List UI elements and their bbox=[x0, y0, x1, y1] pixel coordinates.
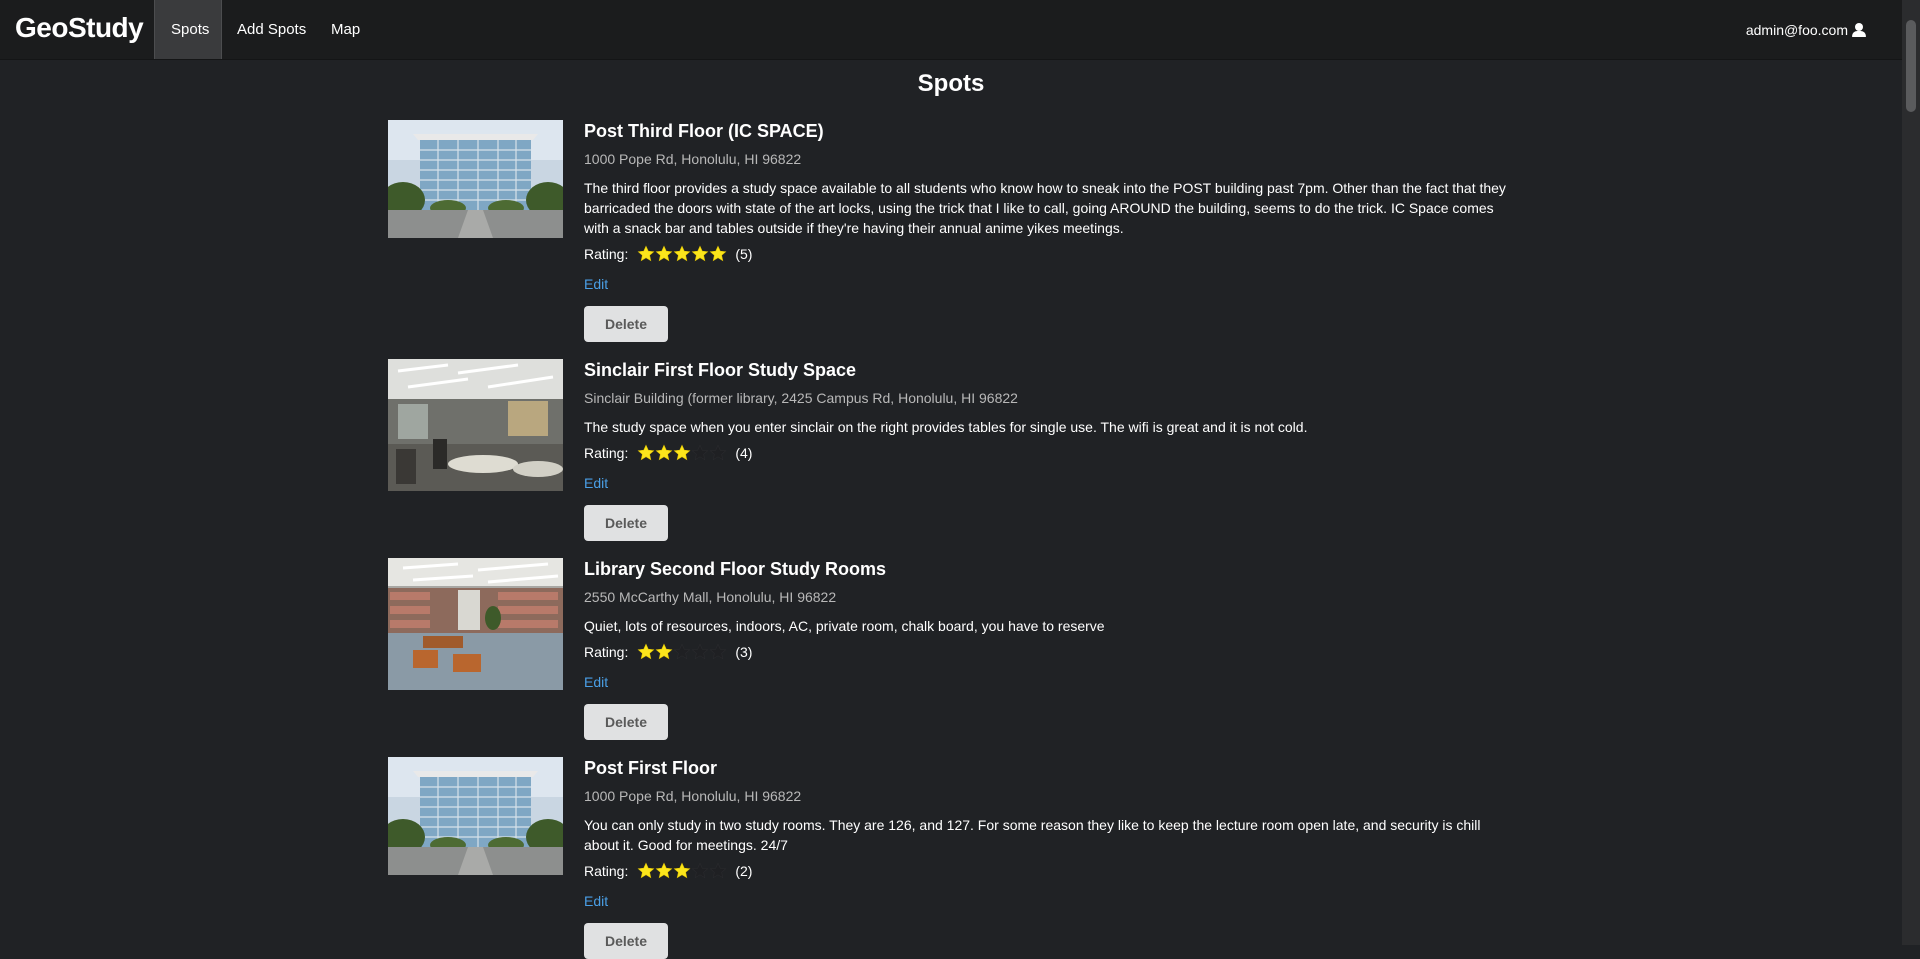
star-empty-icon[interactable] bbox=[709, 643, 727, 661]
star-empty-icon[interactable] bbox=[673, 643, 691, 661]
rating-label: Rating: bbox=[584, 644, 629, 660]
rating-row: Rating: (4) bbox=[584, 443, 1514, 463]
star-rating[interactable] bbox=[637, 643, 727, 661]
rating-count: (5) bbox=[735, 246, 753, 262]
star-empty-icon[interactable] bbox=[691, 444, 709, 462]
user-email: admin@foo.com bbox=[1745, 21, 1848, 38]
star-filled-icon[interactable] bbox=[655, 862, 673, 880]
spot-description: Quiet, lots of resources, indoors, AC, p… bbox=[584, 618, 1105, 634]
star-rating[interactable] bbox=[637, 862, 727, 880]
star-filled-icon[interactable] bbox=[673, 862, 691, 880]
star-filled-icon[interactable] bbox=[637, 643, 655, 661]
rating-row: Rating: (2) bbox=[584, 861, 1514, 881]
nav-add-spots[interactable]: Add Spots bbox=[221, 0, 322, 59]
spot-title: Sinclair First Floor Study Space bbox=[584, 360, 857, 380]
edit-link[interactable]: Edit bbox=[584, 673, 608, 691]
star-empty-icon[interactable] bbox=[709, 862, 727, 880]
rating-row: Rating: (3) bbox=[584, 642, 1514, 662]
star-filled-icon[interactable] bbox=[655, 245, 673, 263]
edit-link[interactable]: Edit bbox=[584, 275, 608, 293]
spot-description: You can only study in two study rooms. T… bbox=[584, 817, 1481, 853]
spot-address: 1000 Pope Rd, Honolulu, HI 96822 bbox=[584, 788, 802, 804]
rating-count: (2) bbox=[735, 863, 753, 879]
nav-map[interactable]: Map bbox=[315, 0, 376, 59]
star-filled-icon[interactable] bbox=[637, 245, 655, 263]
spot-description: The study space when you enter sinclair … bbox=[584, 419, 1308, 435]
star-filled-icon[interactable] bbox=[709, 245, 727, 263]
star-empty-icon[interactable] bbox=[691, 862, 709, 880]
spot-title: Library Second Floor Study Rooms bbox=[584, 559, 887, 579]
spot-image-study-hall bbox=[388, 359, 563, 491]
page-scrollbar[interactable] bbox=[1902, 0, 1920, 945]
star-empty-icon[interactable] bbox=[709, 444, 727, 462]
star-empty-icon[interactable] bbox=[691, 643, 709, 661]
rating-row: Rating: (5) bbox=[584, 244, 1514, 264]
spot-title: Post Third Floor (IC SPACE) bbox=[584, 121, 824, 141]
page-title: Spots bbox=[917, 70, 985, 97]
user-menu[interactable]: admin@foo.com bbox=[1746, 0, 1866, 59]
scrollbar-thumb[interactable] bbox=[1906, 20, 1916, 112]
star-filled-icon[interactable] bbox=[655, 643, 673, 661]
delete-button[interactable]: Delete bbox=[584, 923, 668, 959]
spot-image-building bbox=[388, 120, 563, 238]
star-rating[interactable] bbox=[637, 444, 727, 462]
rating-label: Rating: bbox=[584, 445, 629, 461]
star-rating[interactable] bbox=[637, 245, 727, 263]
nav-spots[interactable]: Spots bbox=[154, 0, 222, 59]
star-filled-icon[interactable] bbox=[673, 444, 691, 462]
edit-link[interactable]: Edit bbox=[584, 892, 608, 910]
star-filled-icon[interactable] bbox=[637, 444, 655, 462]
spot-address: 1000 Pope Rd, Honolulu, HI 96822 bbox=[584, 151, 802, 167]
star-filled-icon[interactable] bbox=[637, 862, 655, 880]
edit-link[interactable]: Edit bbox=[584, 474, 608, 492]
user-icon bbox=[1852, 22, 1866, 37]
spot-address: Sinclair Building (former library, 2425 … bbox=[584, 390, 1018, 406]
rating-label: Rating: bbox=[584, 246, 629, 262]
spot-address: 2550 McCarthy Mall, Honolulu, HI 96822 bbox=[584, 589, 837, 605]
rating-count: (3) bbox=[735, 644, 753, 660]
spot-description: The third floor provides a study space a… bbox=[584, 180, 1506, 236]
delete-button[interactable]: Delete bbox=[584, 505, 668, 541]
rating-count: (4) bbox=[735, 445, 753, 461]
star-filled-icon[interactable] bbox=[655, 444, 673, 462]
star-filled-icon[interactable] bbox=[691, 245, 709, 263]
spot-title: Post First Floor bbox=[584, 758, 718, 778]
spot-image-library bbox=[388, 558, 563, 690]
star-filled-icon[interactable] bbox=[673, 245, 691, 263]
brand-logo[interactable]: GeoStudy bbox=[15, 12, 144, 44]
delete-button[interactable]: Delete bbox=[584, 704, 668, 740]
rating-label: Rating: bbox=[584, 863, 629, 879]
top-navbar: GeoStudy Spots Add Spots Map admin@foo.c… bbox=[0, 0, 1902, 60]
delete-button[interactable]: Delete bbox=[584, 306, 668, 342]
spot-image-building bbox=[388, 757, 563, 875]
